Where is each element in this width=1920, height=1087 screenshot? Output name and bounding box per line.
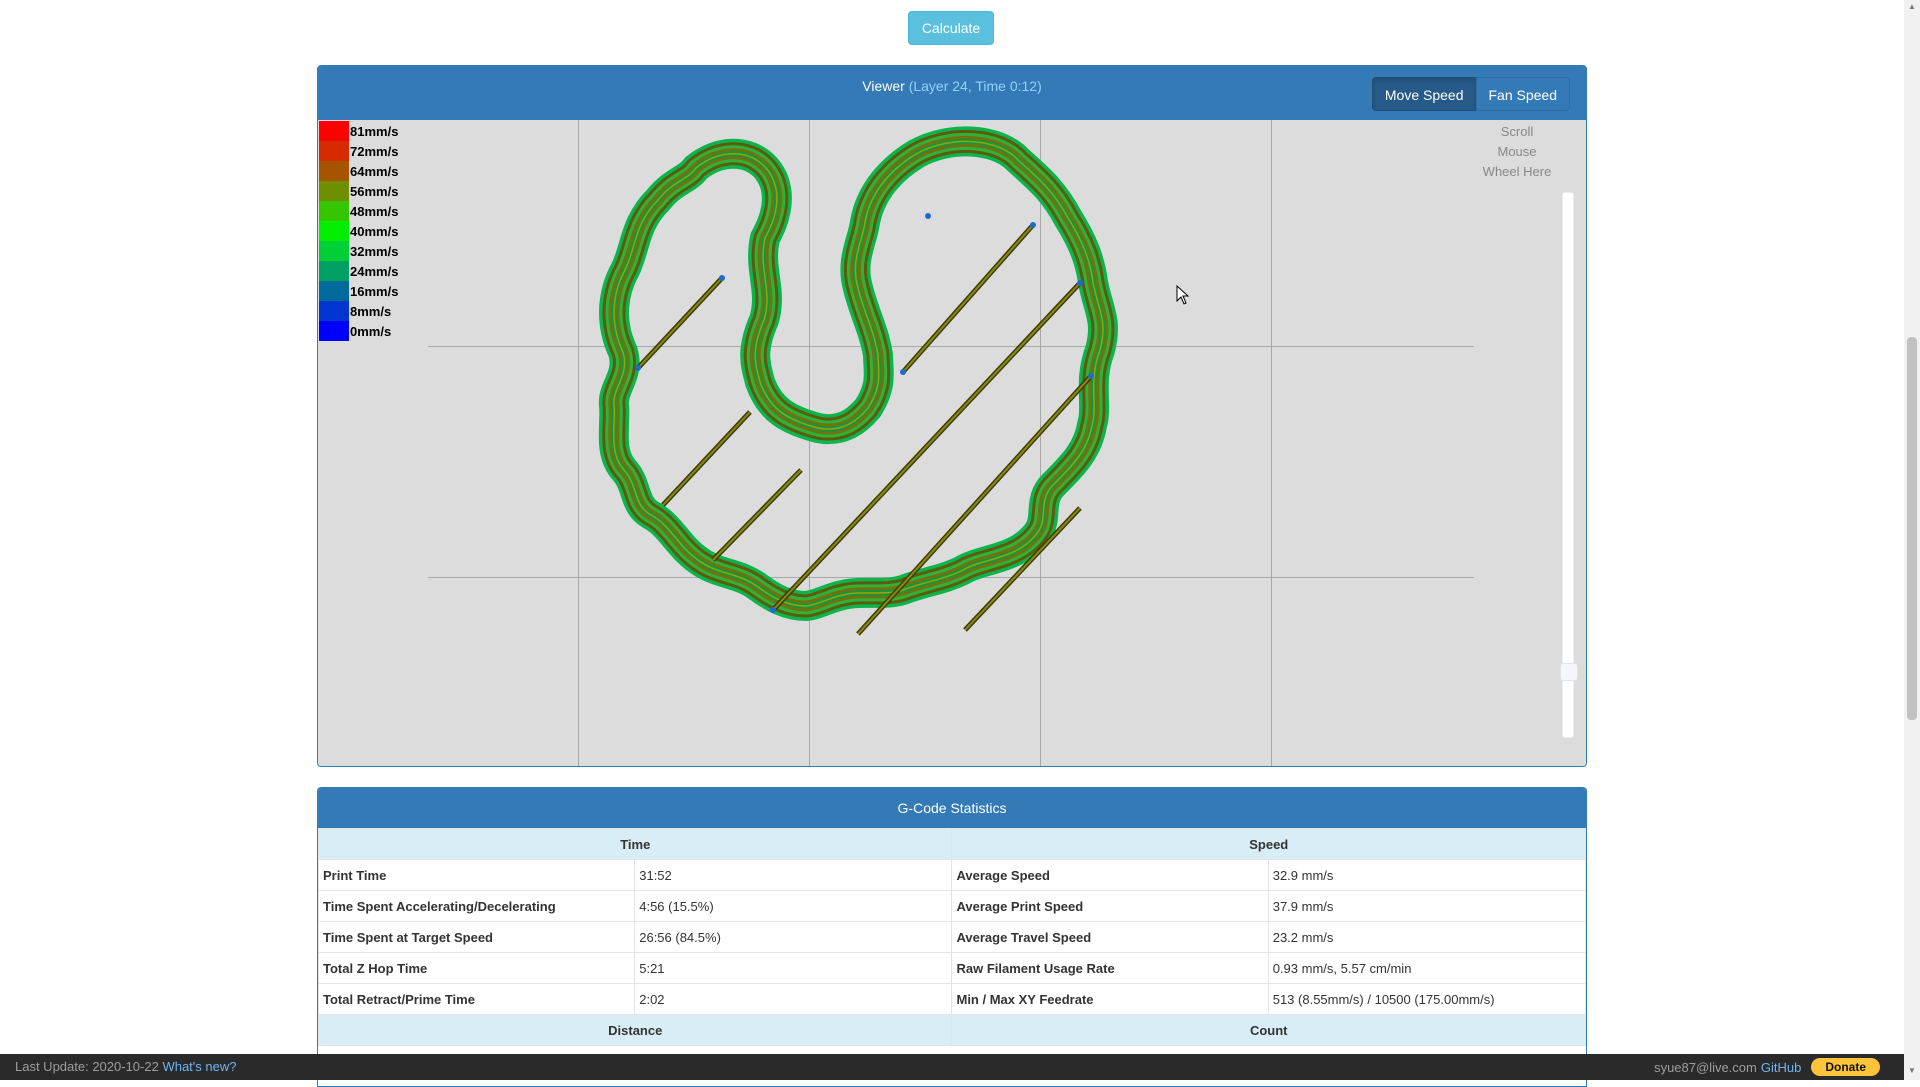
legend-label: 40mm/s (350, 224, 399, 239)
count-header: Count (951, 1014, 1586, 1046)
toolpath-render (318, 120, 1586, 636)
statistics-table: Time Speed Print Time 31:52 Average Spee… (318, 828, 1586, 1046)
legend-label: 0mm/s (350, 324, 392, 339)
table-row: Total Retract/Prime Time 2:02 Min / Max … (318, 983, 1586, 1015)
viewer-panel: Viewer (Layer 24, Time 0:12) Move Speed … (317, 65, 1587, 767)
legend-swatch (319, 121, 349, 141)
legend-swatch (319, 261, 349, 281)
stat-label: Average Speed (951, 859, 1269, 891)
table-section-header: Distance Count (318, 1014, 1586, 1046)
scroll-hint-line: Wheel Here (1482, 164, 1552, 179)
footer-links: syue87@live.com GitHub Donate (1654, 1058, 1880, 1076)
stat-label: Time Spent at Target Speed (318, 921, 636, 953)
legend-label: 24mm/s (350, 264, 399, 279)
stat-value: 5:21 (634, 952, 953, 984)
scroll-down-icon[interactable]: ▼ (1908, 1066, 1916, 1075)
donate-button[interactable]: Donate (1811, 1058, 1880, 1076)
layer-slider-handle[interactable] (1560, 663, 1578, 681)
legend-swatch (319, 241, 349, 261)
whats-new-link[interactable]: What's new? (162, 1059, 236, 1074)
legend-swatch (319, 181, 349, 201)
legend-label: 32mm/s (350, 244, 399, 259)
github-link[interactable]: GitHub (1761, 1060, 1801, 1075)
table-row: Time Spent Accelerating/Decelerating 4:5… (318, 890, 1586, 922)
viewer-layer-info: (Layer 24, Time 0:12) (908, 78, 1042, 94)
scroll-up-icon[interactable]: ▲ (1908, 2, 1916, 11)
legend-label: 72mm/s (350, 144, 399, 159)
distance-header: Distance (318, 1014, 953, 1046)
table-row: Print Time 31:52 Average Speed 32.9 mm/s (318, 859, 1586, 891)
mouse-cursor-icon (1176, 285, 1190, 305)
stat-value: 31:52 (634, 859, 953, 891)
legend-swatch (319, 281, 349, 301)
toolpath-canvas[interactable]: 81mm/s 72mm/s 64mm/s 56mm/s 48mm/s 40mm/… (318, 120, 1586, 766)
legend-swatch (319, 301, 349, 321)
stat-label: Min / Max XY Feedrate (951, 983, 1269, 1015)
legend-swatch (319, 161, 349, 181)
stat-value: 2:02 (634, 983, 953, 1015)
stat-value: 513 (8.55mm/s) / 10500 (175.00mm/s) (1267, 983, 1586, 1015)
gcode-statistics-panel: G-Code Statistics Time Speed Print Time … (317, 787, 1587, 1087)
legend-swatch (319, 321, 349, 341)
statistics-title: G-Code Statistics (318, 788, 1586, 828)
last-update-text: Last Update: 2020-10-22 (15, 1059, 159, 1074)
toolpath-perimeters (614, 141, 1103, 606)
stat-label: Average Travel Speed (951, 921, 1269, 953)
legend-swatch (319, 141, 349, 161)
legend-label: 48mm/s (350, 204, 399, 219)
stat-label: Total Retract/Prime Time (318, 983, 636, 1015)
stat-label: Time Spent Accelerating/Decelerating (318, 890, 636, 922)
stat-value: 37.9 mm/s (1267, 890, 1586, 922)
last-update: Last Update: 2020-10-22 What's new? (15, 1059, 236, 1074)
legend-label: 16mm/s (350, 284, 399, 299)
contact-email: syue87@live.com (1654, 1059, 1757, 1075)
time-header: Time (318, 828, 953, 860)
page-scrollbar[interactable]: ▲ ▼ (1904, 0, 1920, 1080)
stat-label: Average Print Speed (951, 890, 1269, 922)
stat-value: 26:56 (84.5%) (634, 921, 953, 953)
legend-swatch (319, 201, 349, 221)
scroll-hint-line: Mouse (1497, 144, 1537, 159)
layer-slider[interactable] (1560, 192, 1578, 738)
stat-value: 32.9 mm/s (1267, 859, 1586, 891)
legend-swatch (319, 221, 349, 241)
fan-speed-button[interactable]: Fan Speed (1475, 77, 1570, 111)
stat-label: Raw Filament Usage Rate (951, 952, 1269, 984)
stat-value: 0.93 mm/s, 5.57 cm/min (1267, 952, 1586, 984)
table-row: Total Z Hop Time 5:21 Raw Filament Usage… (318, 952, 1586, 984)
legend-label: 56mm/s (350, 184, 399, 199)
viewer-title-text: Viewer (862, 78, 905, 94)
move-speed-button[interactable]: Move Speed (1371, 77, 1477, 111)
stat-value: 4:56 (15.5%) (634, 890, 953, 922)
scroll-hint-line: Scroll (1500, 124, 1534, 139)
table-row: Time Spent at Target Speed 26:56 (84.5%)… (318, 921, 1586, 953)
color-mode-toggle: Move Speed Fan Speed (1371, 77, 1570, 111)
viewer-heading: Viewer (Layer 24, Time 0:12) Move Speed … (318, 66, 1586, 120)
stat-value: 23.2 mm/s (1267, 921, 1586, 953)
page-scroll-thumb[interactable] (1907, 337, 1917, 720)
legend-label: 8mm/s (350, 304, 392, 319)
table-section-header: Time Speed (318, 828, 1586, 860)
stat-label: Total Z Hop Time (318, 952, 636, 984)
legend-label: 81mm/s (350, 124, 399, 139)
calculate-button[interactable]: Calculate (908, 11, 994, 45)
speed-header: Speed (951, 828, 1586, 860)
stat-label: Print Time (318, 859, 636, 891)
footer-bar: Last Update: 2020-10-22 What's new? syue… (0, 1054, 1904, 1080)
scroll-hint: Scroll Mouse Wheel Here (1472, 122, 1562, 182)
legend-label: 64mm/s (350, 164, 399, 179)
